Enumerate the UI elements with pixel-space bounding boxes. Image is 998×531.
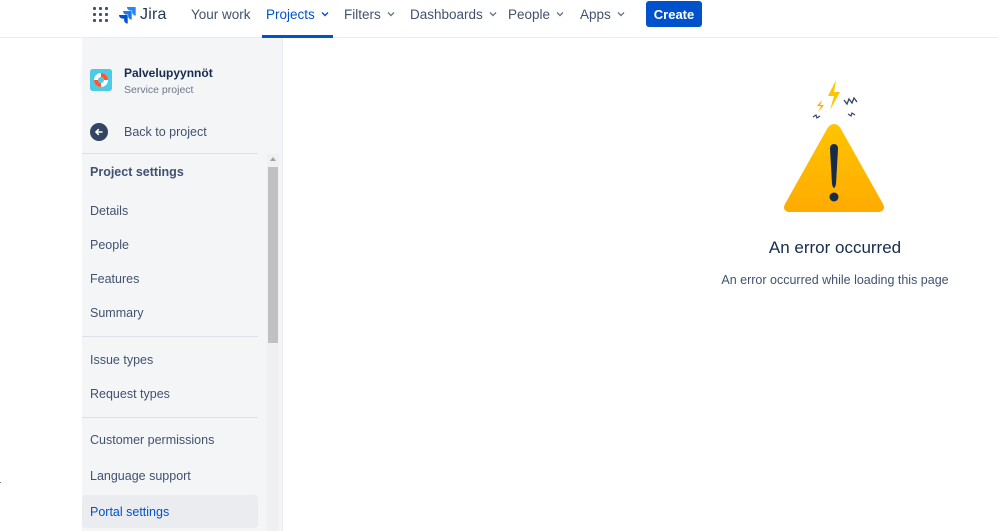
nav-your-work-label: Your work	[191, 6, 251, 22]
jira-logo[interactable]: Jira	[118, 5, 167, 25]
chevron-down-icon	[556, 12, 564, 17]
project-sidebar: Palvelupyynnöt Service project Back to p…	[82, 38, 283, 531]
product-name: Jira	[140, 6, 167, 23]
lifebuoy-icon	[90, 69, 112, 91]
squiggle-icon	[812, 114, 821, 119]
project-settings-heading: Project settings	[90, 165, 184, 179]
sidebar-item-language-support[interactable]: Language support	[90, 469, 191, 483]
back-to-project-link[interactable]: Back to project	[90, 122, 207, 142]
back-to-project-label: Back to project	[124, 125, 207, 139]
arrow-left-icon	[90, 123, 108, 141]
stray-dot	[0, 482, 1, 483]
sidebar-item-summary[interactable]: Summary	[90, 306, 143, 320]
error-message: An error occurred while loading this pag…	[721, 273, 949, 287]
nav-people[interactable]: People	[508, 0, 564, 38]
nav-projects[interactable]: Projects	[262, 0, 333, 38]
chevron-down-icon	[387, 12, 395, 17]
scroll-up-arrow-icon[interactable]	[270, 157, 276, 161]
divider	[82, 336, 258, 337]
warning-triangle-icon	[784, 80, 884, 212]
chevron-down-icon	[489, 12, 497, 17]
app-switcher-icon[interactable]	[93, 7, 108, 22]
jira-logo-icon	[119, 7, 136, 24]
top-navigation: Jira Your work Projects Filters Dashboar…	[0, 0, 998, 38]
nav-apps[interactable]: Apps	[580, 0, 625, 38]
nav-projects-label: Projects	[266, 6, 315, 22]
nav-filters-label: Filters	[344, 6, 381, 22]
project-avatar[interactable]	[90, 69, 112, 91]
nav-dashboards[interactable]: Dashboards	[410, 0, 497, 38]
sidebar-item-issue-types[interactable]: Issue types	[90, 353, 153, 367]
divider	[82, 417, 258, 418]
sidebar-item-people[interactable]: People	[90, 238, 129, 252]
nav-your-work[interactable]: Your work	[191, 0, 251, 38]
nav-apps-label: Apps	[580, 6, 611, 22]
divider	[82, 153, 258, 154]
chevron-down-icon	[617, 12, 625, 17]
sidebar-item-request-types[interactable]: Request types	[90, 387, 170, 401]
nav-people-label: People	[508, 6, 551, 22]
sidebar-item-portal-settings-label: Portal settings	[90, 505, 170, 519]
lightning-bolt-icon	[828, 80, 840, 110]
error-title: An error occurred	[768, 238, 902, 257]
project-name: Palvelupyynnöt	[124, 66, 213, 80]
squiggle-icon	[843, 96, 858, 106]
create-button[interactable]: Create	[646, 1, 702, 27]
nav-filters[interactable]: Filters	[344, 0, 395, 38]
sidebar-item-details[interactable]: Details	[90, 204, 128, 218]
scrollbar-thumb[interactable]	[268, 167, 278, 343]
nav-dashboards-label: Dashboards	[410, 6, 483, 22]
spark-icon	[817, 100, 824, 112]
sidebar-item-customer-permissions[interactable]: Customer permissions	[90, 433, 214, 447]
project-type: Service project	[124, 84, 194, 96]
sidebar-item-features[interactable]: Features	[90, 272, 139, 286]
squiggle-icon	[847, 112, 856, 117]
chevron-down-icon	[321, 12, 329, 17]
